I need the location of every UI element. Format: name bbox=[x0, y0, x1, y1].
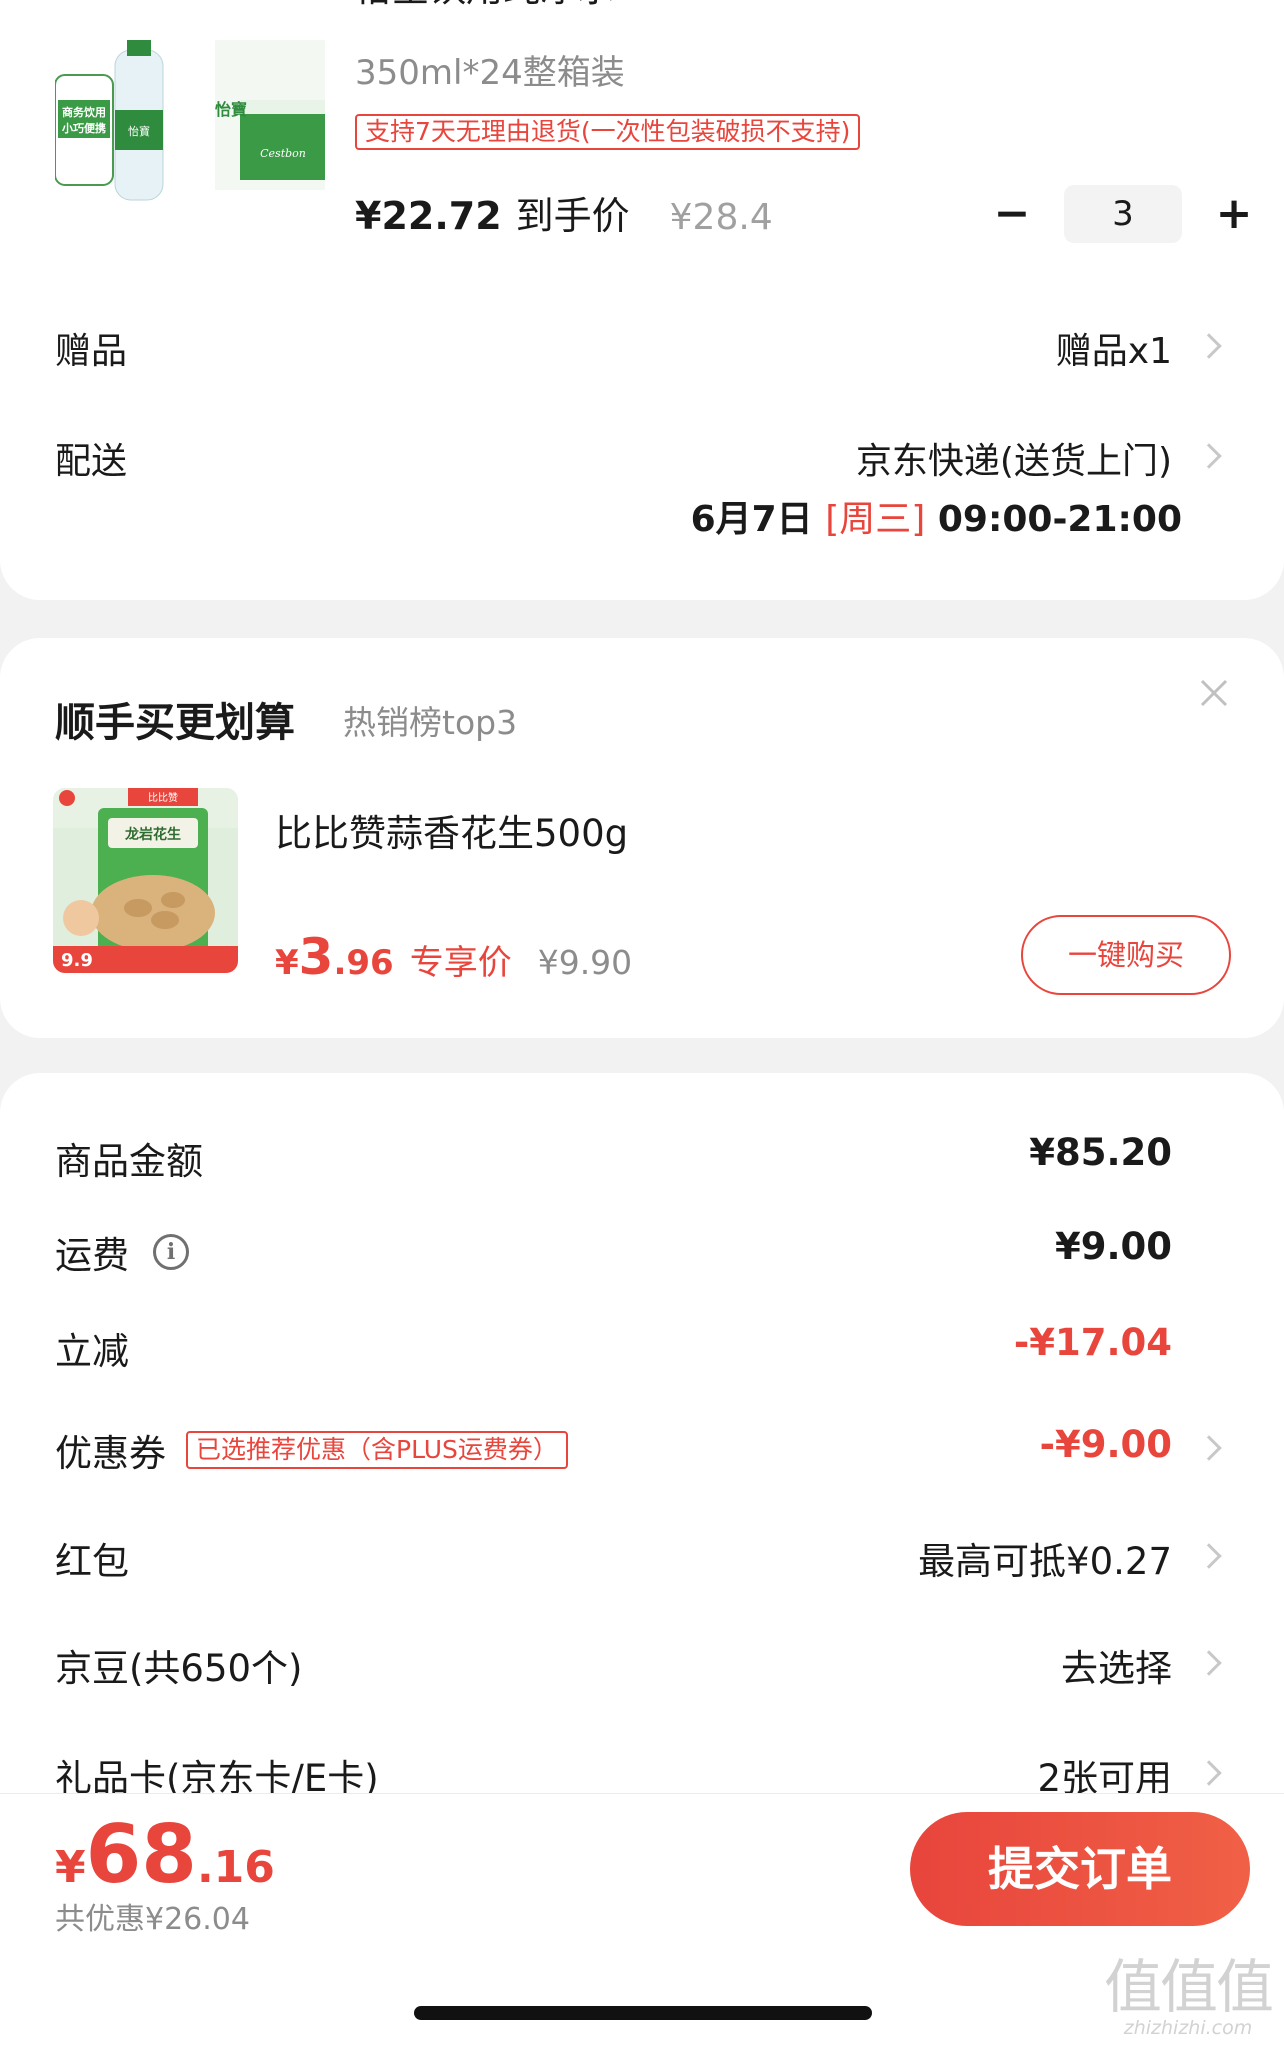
submit-order-button[interactable]: 提交订单 bbox=[910, 1812, 1250, 1926]
delivery-window: 09:00-21:00 bbox=[937, 499, 1182, 540]
upsell-image-promo: 9.9 bbox=[61, 950, 93, 971]
home-indicator[interactable] bbox=[414, 2006, 872, 2020]
total-dec: .16 bbox=[196, 1842, 275, 1893]
coupon-value[interactable]: -¥9.00 bbox=[1040, 1423, 1172, 1466]
product-price: ¥22.72 bbox=[355, 194, 502, 238]
jd-beans-value[interactable]: 去选择 bbox=[1061, 1638, 1172, 1692]
quantity-plus-button[interactable]: + bbox=[1212, 192, 1256, 236]
product-spec: 350ml*24整箱装 bbox=[355, 53, 625, 93]
delivery-chevron-icon[interactable] bbox=[1196, 443, 1222, 469]
bottle-brand: 怡寶 bbox=[128, 124, 150, 138]
box-brand: 怡寶 bbox=[215, 100, 247, 119]
coupon-chevron-icon[interactable] bbox=[1196, 1435, 1222, 1461]
gift-value[interactable]: 赠品x1 bbox=[1056, 322, 1172, 374]
product-title[interactable]: 怡宝饮用纯净水 bbox=[355, 0, 614, 12]
upsell-title: 顺手买更划算 bbox=[55, 700, 295, 746]
box-label: Cestbon bbox=[260, 147, 306, 160]
upsell-image-name: 龙岩花生 bbox=[124, 826, 181, 843]
one-click-buy-button[interactable]: 一键购买 bbox=[1021, 915, 1231, 995]
delivery-date: 6月7日 bbox=[690, 499, 813, 540]
product-image[interactable]: Cestbon 怡寶 怡寶 商务饮用 小巧便携 bbox=[54, 40, 325, 205]
quantity-minus-button[interactable]: − bbox=[990, 192, 1034, 236]
delivery-time[interactable]: 6月7日 [周三] 09:00-21:00 bbox=[691, 490, 1182, 542]
instant-discount-label: 立减 bbox=[55, 1330, 129, 1373]
upsell-price-int: 3 bbox=[298, 928, 334, 986]
total-int: 68 bbox=[85, 1808, 197, 1901]
upsell-original-price: ¥9.90 bbox=[537, 943, 633, 982]
upsell-product-name[interactable]: 比比赞蒜香花生500g bbox=[275, 803, 628, 857]
upsell-subtitle[interactable]: 热销榜top3 bbox=[343, 696, 517, 744]
upsell-price-dec: .96 bbox=[333, 943, 394, 983]
product-price-row: ¥22.72 到手价 ¥28.4 bbox=[355, 185, 773, 240]
watermark: 值值值 zhizhizhi.com bbox=[1103, 1953, 1274, 2039]
return-policy-tag: 支持7天无理由退货(一次性包装破损不支持) bbox=[355, 114, 861, 150]
shipping-label: 运费 i bbox=[55, 1225, 189, 1279]
redpacket-value[interactable]: 最高可抵¥0.27 bbox=[918, 1531, 1172, 1585]
coupon-label: 优惠券 已选推荐优惠（含PLUS运费券） bbox=[55, 1423, 568, 1477]
product-price-label: 到手价 bbox=[515, 194, 630, 238]
jd-beans-chevron-icon[interactable] bbox=[1196, 1650, 1222, 1676]
shipping-value: ¥9.00 bbox=[1054, 1225, 1172, 1268]
gift-card-chevron-icon[interactable] bbox=[1196, 1760, 1222, 1786]
gift-label: 赠品 bbox=[55, 331, 128, 372]
product-card: 怡宝饮用纯净水 Cestbon 怡寶 怡寶 商务饮用 小巧便携 350ml*24… bbox=[0, 0, 1284, 600]
quantity-input[interactable]: 3 bbox=[1064, 185, 1182, 243]
close-icon[interactable] bbox=[1199, 678, 1229, 708]
slogan-line1: 商务饮用 bbox=[62, 105, 106, 119]
total-price: ¥ 68 .16 bbox=[55, 1808, 275, 1901]
redpacket-label: 红包 bbox=[55, 1540, 129, 1583]
instant-discount-value: -¥17.04 bbox=[1013, 1321, 1172, 1364]
upsell-product-image[interactable]: 比比赞 龙岩花生 9.9 bbox=[53, 788, 238, 973]
coupon-tag: 已选推荐优惠（含PLUS运费券） bbox=[186, 1431, 568, 1469]
product-original-price: ¥28.4 bbox=[669, 197, 773, 238]
total-currency: ¥ bbox=[55, 1842, 86, 1893]
upsell-image-brand: 比比赞 bbox=[148, 791, 178, 804]
total-saved[interactable]: 共优惠¥26.04 bbox=[55, 1894, 250, 1938]
upsell-card: 顺手买更划算 热销榜top3 比比赞 龙岩花生 9.9 比比赞蒜香花生500g … bbox=[0, 638, 1284, 1038]
redpacket-chevron-icon[interactable] bbox=[1196, 1543, 1222, 1569]
delivery-weekday: [周三] bbox=[825, 499, 926, 540]
jd-beans-label: 京豆(共650个) bbox=[55, 1647, 303, 1690]
info-icon[interactable]: i bbox=[153, 1234, 189, 1270]
checkout-bar: ¥ 68 .16 共优惠¥26.04 提交订单 值值值 zhizhizhi.co… bbox=[0, 1793, 1284, 2045]
goods-amount-label: 商品金额 bbox=[55, 1140, 203, 1183]
goods-amount-value: ¥85.20 bbox=[1029, 1131, 1172, 1174]
quantity-stepper: − 3 + bbox=[990, 185, 1256, 243]
watermark-url: zhizhizhi.com bbox=[1123, 2017, 1253, 2039]
delivery-method[interactable]: 京东快递(送货上门) bbox=[856, 432, 1172, 484]
upsell-price-label: 专享价 bbox=[409, 943, 512, 983]
delivery-label: 配送 bbox=[55, 441, 128, 482]
upsell-price-currency: ¥ bbox=[275, 943, 299, 983]
slogan-line2: 小巧便携 bbox=[61, 121, 106, 135]
upsell-price-row: ¥ 3 .96 专享价 ¥9.90 bbox=[275, 928, 632, 986]
watermark-logo: 值值值 bbox=[1103, 1953, 1274, 2021]
gift-chevron-icon[interactable] bbox=[1196, 333, 1222, 359]
